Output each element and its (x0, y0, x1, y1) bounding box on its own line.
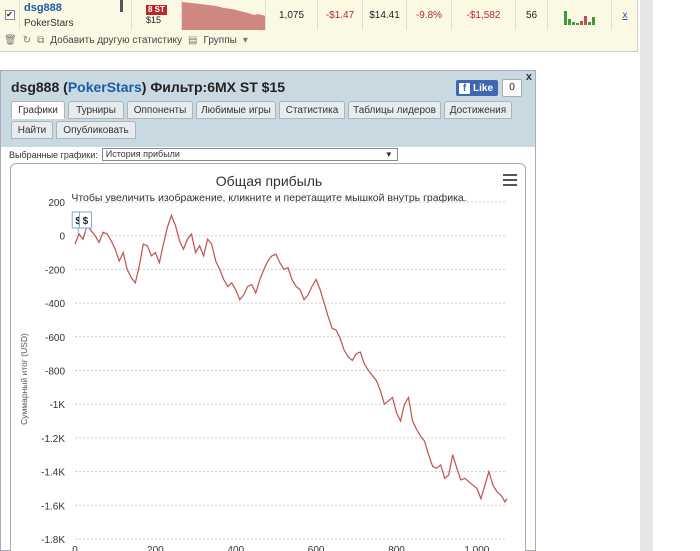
tab-find[interactable]: Найти (11, 121, 53, 139)
player-site: PokerStars (24, 17, 74, 29)
profit-sparkline (182, 0, 266, 30)
player-window: dsg888 (PokerStars) Фильтр:6MX ST $15 f … (0, 70, 536, 551)
stats-panel: ✔ dsg888 PokerStars 8 ST $15 1,075 -$1.4… (0, 0, 638, 52)
title-site-link[interactable]: PokerStars (68, 79, 142, 95)
ability-score: 56 (516, 0, 548, 30)
x-tick-label: 400 (227, 545, 244, 551)
right-margin (653, 0, 700, 551)
refresh-icon[interactable]: ↻ (23, 35, 31, 46)
row-select-checkbox[interactable]: ✔ (4, 10, 15, 20)
facebook-like-button[interactable]: f Like (456, 80, 498, 96)
profit-chart-container[interactable]: Общая прибыль Чтобы увеличить изображени… (10, 163, 526, 551)
tab-tournaments[interactable]: Турниры (68, 101, 124, 119)
tab-achievements[interactable]: Достижения (444, 101, 512, 119)
dollar-marker: $ (83, 216, 89, 227)
chart-markers: $ $ (71, 211, 92, 234)
y-axis-label: Суммарный итог (USD) (19, 333, 29, 425)
finish-bars (564, 5, 595, 25)
window-title: dsg888 (PokerStars) Фильтр:6MX ST $15 (11, 79, 286, 95)
drag-handle[interactable] (120, 0, 123, 12)
y-tick-label: -1.2K (41, 434, 65, 445)
y-tick-label: 0 (59, 232, 65, 243)
scrollbar-gutter (640, 0, 653, 551)
game-type-badge: 8 ST (146, 5, 167, 15)
tab-statistics[interactable]: Статистика (279, 101, 345, 119)
stats-toolbar: 🗑 ↻ ⧉ Добавить другую статистику ▤ Групп… (4, 32, 248, 48)
sparkline-chart (182, 2, 265, 30)
avg-stake: $14.41 (363, 0, 407, 30)
chart-series (74, 213, 508, 504)
chevron-down-icon[interactable]: ▾ (243, 35, 248, 46)
groups-dropdown[interactable]: Группы (204, 35, 237, 46)
game-cell: 8 ST $15 (132, 0, 182, 30)
x-tick-label: 800 (388, 545, 405, 551)
window-header: dsg888 (PokerStars) Фильтр:6MX ST $15 f … (1, 71, 535, 147)
roi: -9.8% (407, 0, 452, 30)
y-tick-label: -400 (45, 299, 65, 310)
chart-select-value: История прибыли (105, 149, 180, 159)
series-line (74, 213, 508, 504)
y-tick-label: -1.6K (41, 501, 65, 512)
chart-menu-icon[interactable] (503, 174, 517, 189)
chart-grid (75, 201, 507, 540)
tab-favorite-games[interactable]: Любимые игры (196, 101, 276, 119)
tab-opponents[interactable]: Оппоненты (127, 101, 193, 119)
y-tick-label: -1.8K (41, 535, 65, 546)
title-filter: Фильтр:6MX ST $15 (150, 79, 286, 95)
x-tick-label: 200 (147, 545, 164, 551)
y-tick-label: -1.4K (41, 468, 65, 479)
y-tick-label: -800 (45, 367, 65, 378)
profit-chart[interactable]: Общая прибыль Чтобы увеличить изображени… (11, 164, 527, 551)
remove-row-link[interactable]: x (612, 0, 638, 30)
y-tick-label: -200 (45, 265, 65, 276)
close-window-button[interactable]: x (526, 71, 532, 83)
dropdown-arrow-icon: ▼ (384, 150, 393, 159)
x-tick-label: 1,000 (464, 545, 489, 551)
chart-selector-label: Выбранные графики: (9, 149, 98, 160)
y-tick-label: -1K (49, 400, 65, 411)
chart-select[interactable]: История прибыли ▼ (101, 148, 398, 161)
tab-leaderboards[interactable]: Таблицы лидеров (348, 101, 441, 119)
facebook-icon: f (459, 82, 470, 94)
y-tick-label: 200 (48, 198, 65, 209)
tab-charts[interactable]: Графики (11, 101, 65, 119)
tab-publish[interactable]: Опубликовать (56, 121, 136, 139)
finish-distribution (548, 0, 612, 30)
chart-selector: Выбранные графики: История прибыли ▼ (9, 148, 398, 161)
page: ✔ dsg888 PokerStars 8 ST $15 1,075 -$1.4… (0, 0, 700, 551)
copy-icon[interactable]: ⧉ (37, 35, 44, 46)
avg-profit: -$1.47 (318, 0, 363, 30)
player-name-link[interactable]: dsg888 (24, 2, 62, 14)
chart-title: Общая прибыль (216, 173, 322, 189)
y-tick-label: -600 (45, 333, 65, 344)
x-axis-ticks: 0 200 400 600 800 1,000 (72, 545, 490, 551)
total-profit: -$1,582 (452, 0, 516, 30)
games-count: 1,075 (266, 0, 318, 30)
fb-like-count: 0 (502, 79, 522, 97)
player-cell: dsg888 PokerStars (20, 0, 132, 30)
groups-icon: ▤ (188, 34, 198, 46)
trash-icon[interactable]: 🗑 (4, 35, 17, 46)
title-player: dsg888 (11, 79, 60, 95)
game-stake: $15 (146, 15, 162, 25)
stats-row: ✔ dsg888 PokerStars 8 ST $15 1,075 -$1.4… (0, 0, 638, 30)
row-select-checkbox-cell[interactable]: ✔ (0, 0, 20, 30)
fb-like-label: Like (473, 82, 494, 94)
x-tick-label: 600 (308, 545, 325, 551)
add-stat-button[interactable]: Добавить другую статистику (50, 35, 182, 46)
y-axis-ticks: 200 0 -200 -400 -600 -800 -1K -1.2K -1.4K -1.6K -1… (41, 198, 65, 546)
x-tick-label: 0 (72, 545, 78, 551)
